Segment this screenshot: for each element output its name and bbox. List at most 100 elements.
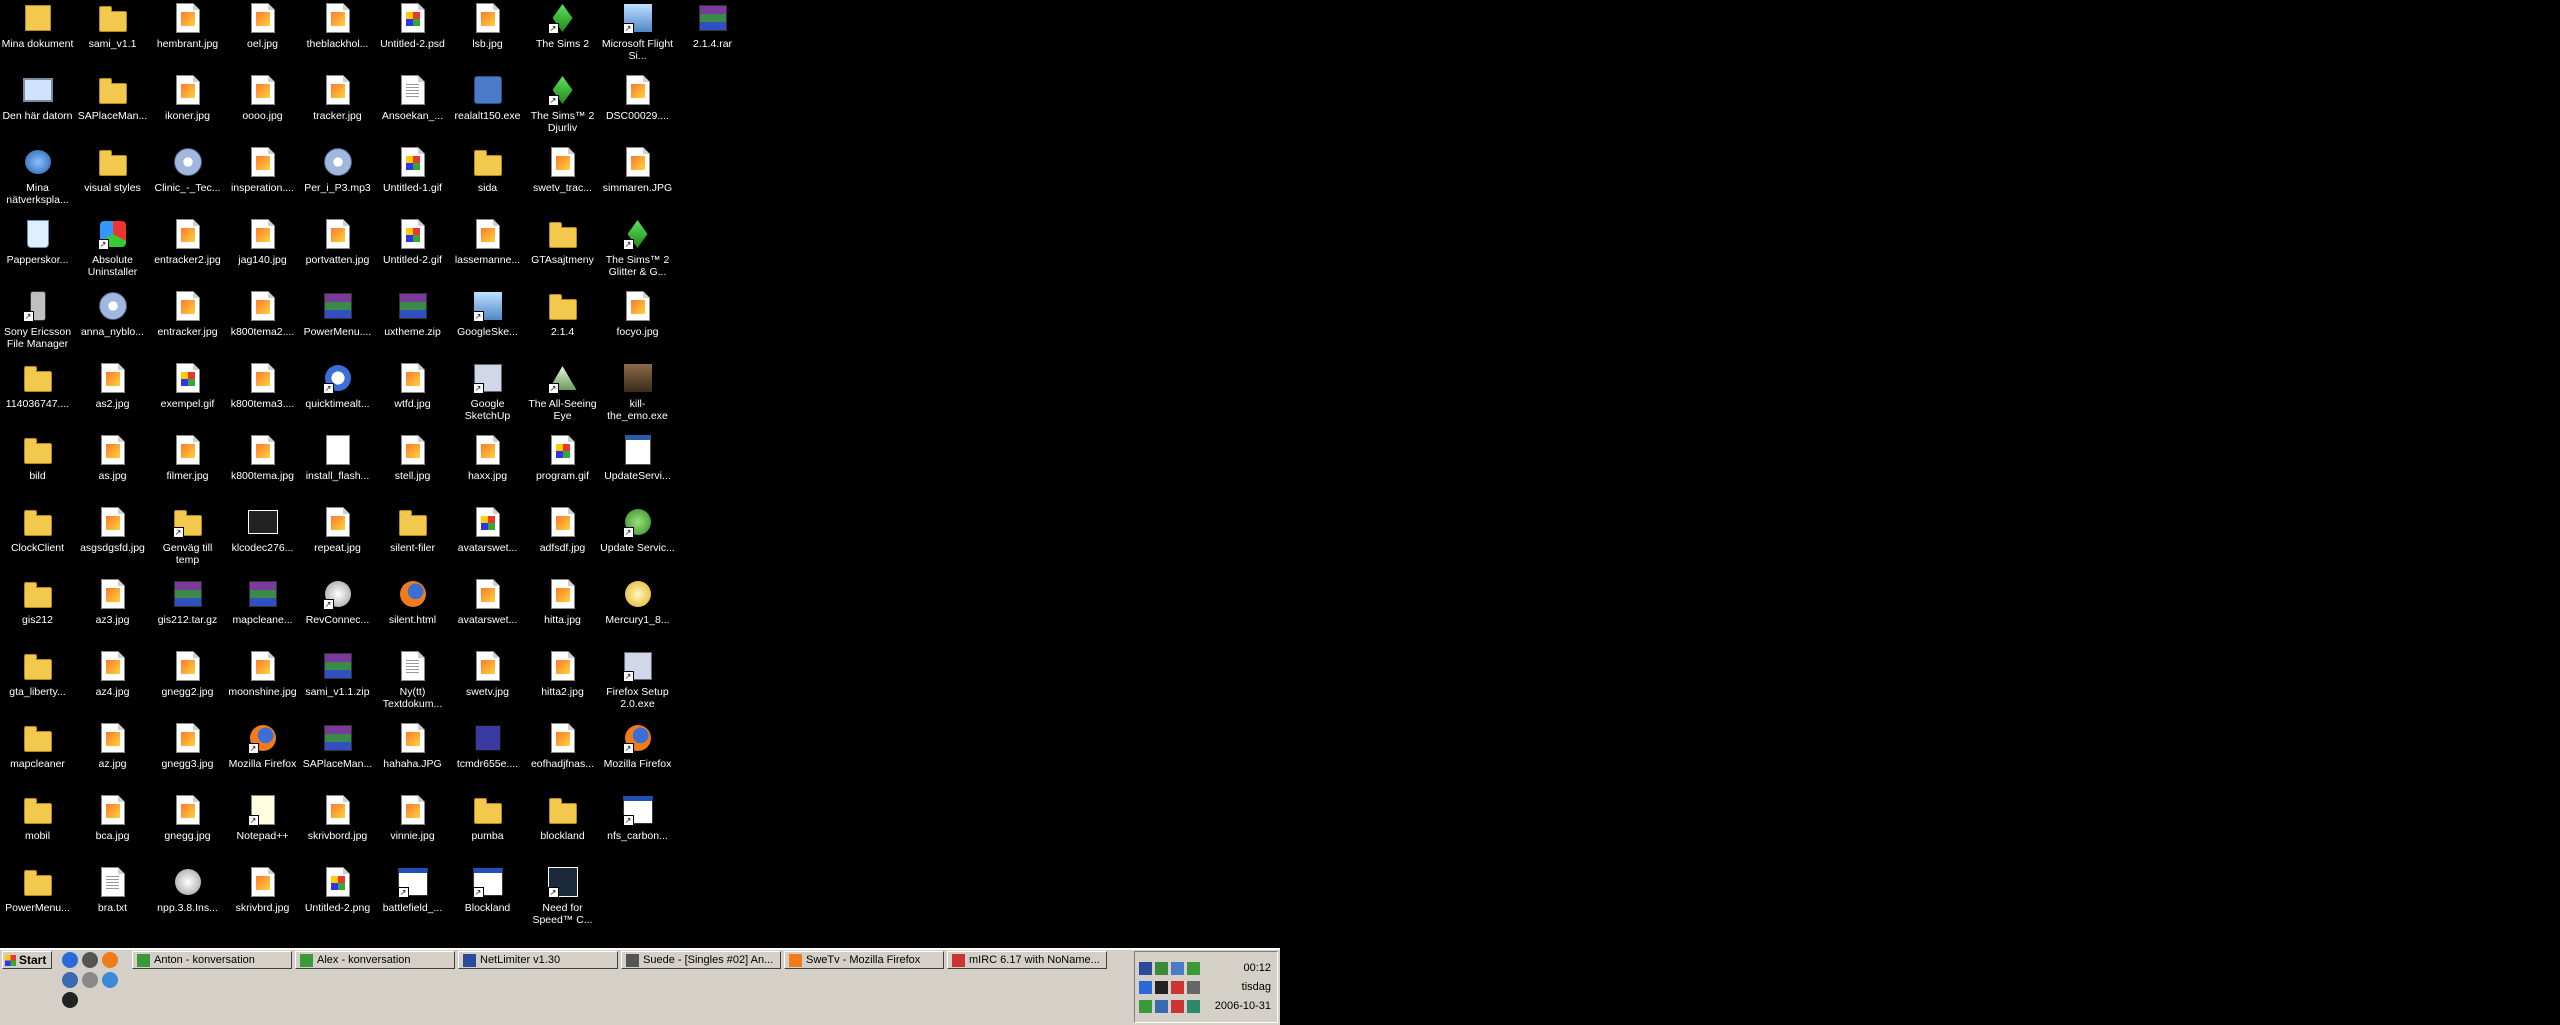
desktop-icon[interactable]: sami_v1.1.zip	[300, 650, 375, 698]
desktop-icon[interactable]: uxtheme.zip	[375, 290, 450, 338]
clock-icon[interactable]	[62, 992, 78, 1008]
desktop-icon[interactable]: ↗ Mozilla Firefox	[600, 722, 675, 770]
desktop-icon[interactable]: as.jpg	[75, 434, 150, 482]
network-tray-icon[interactable]	[1155, 962, 1168, 975]
desktop-icon[interactable]: ↗ Mozilla Firefox	[225, 722, 300, 770]
desktop-icon[interactable]: Den här datorn	[0, 74, 75, 122]
desktop-icon[interactable]: k800tema3....	[225, 362, 300, 410]
desktop-icon[interactable]: klcodec276...	[225, 506, 300, 554]
clock-tray-icon[interactable]	[1155, 981, 1168, 994]
desktop-icon[interactable]: insperation....	[225, 146, 300, 194]
desktop-icon[interactable]: k800tema2....	[225, 290, 300, 338]
desktop-icon[interactable]: exempel.gif	[150, 362, 225, 410]
desktop-icon[interactable]: moonshine.jpg	[225, 650, 300, 698]
netlimiter-tray-icon[interactable]	[1139, 962, 1152, 975]
media-player-icon[interactable]	[82, 952, 98, 968]
desktop-icon[interactable]: gnegg2.jpg	[150, 650, 225, 698]
messenger-tray-icon[interactable]	[1187, 962, 1200, 975]
desktop-icon[interactable]: pumba	[450, 794, 525, 842]
taskbar-button[interactable]: Suede - [Singles #02] An...	[621, 951, 781, 969]
update-icon[interactable]	[102, 972, 118, 988]
desktop-icon[interactable]: Mercury1_8...	[600, 578, 675, 626]
desktop-icon[interactable]: portvatten.jpg	[300, 218, 375, 266]
desktop-icon[interactable]: asgsdgsfd.jpg	[75, 506, 150, 554]
desktop-icon[interactable]: avatarswet...	[450, 506, 525, 554]
desktop-icon[interactable]: kill-the_emo.exe	[600, 362, 675, 422]
desktop-icon[interactable]: Ansoekan_...	[375, 74, 450, 122]
desktop-icon[interactable]: avatarswet...	[450, 578, 525, 626]
desktop-icon[interactable]: hahaha.JPG	[375, 722, 450, 770]
desktop-icon[interactable]: mapcleane...	[225, 578, 300, 626]
desktop-icon[interactable]: ↗ Microsoft Flight Si...	[600, 2, 675, 62]
desktop-icon[interactable]: ClockClient	[0, 506, 75, 554]
desktop-icon[interactable]: ↗ Notepad++	[225, 794, 300, 842]
desktop-icon[interactable]: skrivbrd.jpg	[225, 866, 300, 914]
desktop-icon[interactable]: DSC00029....	[600, 74, 675, 122]
desktop-icon[interactable]: ↗ Blockland	[450, 866, 525, 914]
desktop-icon[interactable]: tracker.jpg	[300, 74, 375, 122]
desktop-icon[interactable]: focyo.jpg	[600, 290, 675, 338]
desktop-icon[interactable]: bild	[0, 434, 75, 482]
desktop-icon[interactable]: repeat.jpg	[300, 506, 375, 554]
desktop-icon[interactable]: UpdateServi...	[600, 434, 675, 482]
desktop-icon[interactable]: vinnie.jpg	[375, 794, 450, 842]
desktop-icon[interactable]: 2.1.4.rar	[675, 2, 750, 50]
desktop-icon[interactable]: ↗ The Sims™ 2 Djurliv	[525, 74, 600, 134]
desktop-icon[interactable]: ↗ battlefield_...	[375, 866, 450, 914]
desktop-icon[interactable]: swetv.jpg	[450, 650, 525, 698]
desktop-icon[interactable]: oooo.jpg	[225, 74, 300, 122]
desktop-icon[interactable]: stell.jpg	[375, 434, 450, 482]
update-tray-icon[interactable]	[1139, 981, 1152, 994]
desktop-icon[interactable]: oel.jpg	[225, 2, 300, 50]
desktop-icon[interactable]: hembrant.jpg	[150, 2, 225, 50]
taskbar-button[interactable]: mIRC 6.17 with NoName...	[947, 951, 1107, 969]
taskbar-button[interactable]: Anton - konversation	[132, 951, 292, 969]
desktop-icon[interactable]: k800tema.jpg	[225, 434, 300, 482]
desktop-icon[interactable]: ↗ Firefox Setup 2.0.exe	[600, 650, 675, 710]
desktop-icon[interactable]: program.gif	[525, 434, 600, 482]
desktop-icon[interactable]: 2.1.4	[525, 290, 600, 338]
desktop-icon[interactable]: az.jpg	[75, 722, 150, 770]
desktop-icon[interactable]: gis212.tar.gz	[150, 578, 225, 626]
desktop-icon[interactable]: jag140.jpg	[225, 218, 300, 266]
desktop-icon[interactable]: ↗ Need for Speed™ C...	[525, 866, 600, 926]
desktop-icon[interactable]: Ny(tt) Textdokum...	[375, 650, 450, 710]
desktop-icon[interactable]: blockland	[525, 794, 600, 842]
taskbar-button[interactable]: NetLimiter v1.30	[458, 951, 618, 969]
desktop-icon[interactable]: bra.txt	[75, 866, 150, 914]
taskbar-button[interactable]: Alex - konversation	[295, 951, 455, 969]
desktop-icon[interactable]: lsb.jpg	[450, 2, 525, 50]
desktop-icon[interactable]: az3.jpg	[75, 578, 150, 626]
desktop-icon[interactable]: eofhadjfnas...	[525, 722, 600, 770]
desktop-icon[interactable]: Untitled-2.psd	[375, 2, 450, 50]
desktop-icon[interactable]: Untitled-2.gif	[375, 218, 450, 266]
desktop-icon[interactable]: 114036747....	[0, 362, 75, 410]
desktop-icon[interactable]: tcmdr655e....	[450, 722, 525, 770]
wlan-tray-icon[interactable]	[1171, 962, 1184, 975]
ie-icon[interactable]	[62, 952, 78, 968]
desktop-icon[interactable]: sami_v1.1	[75, 2, 150, 50]
desktop-icon[interactable]: wtfd.jpg	[375, 362, 450, 410]
desktop-icon[interactable]: Papperskor...	[0, 218, 75, 266]
volume-tray-icon[interactable]	[1187, 981, 1200, 994]
desktop-icon[interactable]: hitta2.jpg	[525, 650, 600, 698]
desktop-icon[interactable]: sida	[450, 146, 525, 194]
desktop-icon[interactable]: bca.jpg	[75, 794, 150, 842]
desktop-icon[interactable]: gnegg3.jpg	[150, 722, 225, 770]
desktop-icon[interactable]: ↗ Genväg till temp	[150, 506, 225, 566]
desktop-icon[interactable]: lassemanne...	[450, 218, 525, 266]
desktop-icon[interactable]: PowerMenu...	[0, 866, 75, 914]
desktop-icon[interactable]: ↗ quicktimealt...	[300, 362, 375, 410]
media-icon[interactable]	[82, 972, 98, 988]
desktop-icon[interactable]: gta_liberty...	[0, 650, 75, 698]
desktop-icon[interactable]: Untitled-2.png	[300, 866, 375, 914]
desktop-icon[interactable]: Mina dokument	[0, 2, 75, 50]
desktop-icon[interactable]: visual styles	[75, 146, 150, 194]
desktop-icon[interactable]: as2.jpg	[75, 362, 150, 410]
desktop-icon[interactable]: entracker.jpg	[150, 290, 225, 338]
desktop-icon[interactable]: theblackhol...	[300, 2, 375, 50]
desktop-icon[interactable]: ↗ Sony Ericsson File Manager	[0, 290, 75, 350]
desktop-icon[interactable]: ↗ The Sims 2	[525, 2, 600, 50]
sync-tray-icon[interactable]	[1187, 1000, 1200, 1013]
msn-tray-icon[interactable]	[1139, 1000, 1152, 1013]
